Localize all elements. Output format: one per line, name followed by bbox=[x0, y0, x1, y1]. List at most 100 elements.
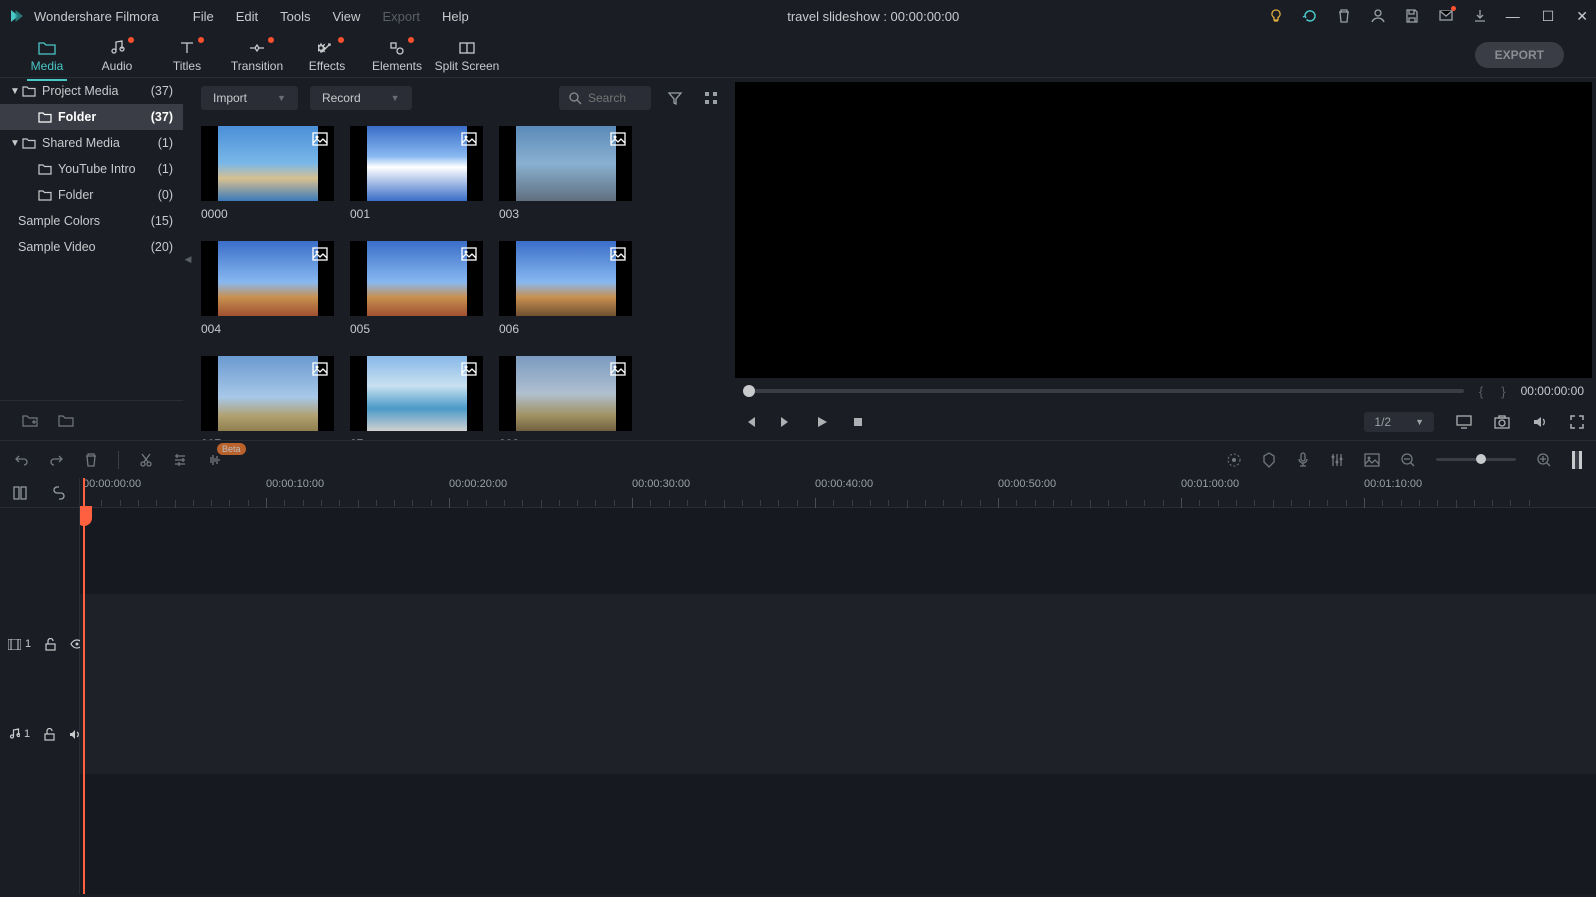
menu-export[interactable]: Export bbox=[372, 5, 430, 28]
menu-edit[interactable]: Edit bbox=[226, 5, 268, 28]
media-thumbnail[interactable]: 004 bbox=[201, 241, 346, 336]
step-forward-icon[interactable] bbox=[779, 415, 793, 429]
close-icon[interactable]: ✕ bbox=[1576, 8, 1588, 25]
timeline-link-icon[interactable] bbox=[52, 486, 66, 500]
empty-lane-bottom[interactable] bbox=[80, 774, 1596, 894]
sidebar-bottom-tools bbox=[0, 400, 183, 440]
mode-tabs: Media Audio Titles Transition Effects El… bbox=[0, 32, 1596, 78]
stop-icon[interactable] bbox=[851, 415, 865, 429]
menu-file[interactable]: File bbox=[183, 5, 224, 28]
zoom-fit-icon[interactable] bbox=[1572, 451, 1582, 469]
search-input[interactable] bbox=[588, 91, 638, 105]
zoom-in-icon[interactable] bbox=[1536, 452, 1552, 468]
search-box[interactable] bbox=[559, 86, 651, 110]
marker-icon[interactable] bbox=[1262, 452, 1276, 468]
timeline-manage-icon[interactable] bbox=[13, 486, 27, 500]
sidebar-item[interactable]: Sample Video(20) bbox=[0, 234, 183, 260]
trash-icon[interactable] bbox=[1336, 8, 1352, 24]
cut-icon[interactable] bbox=[139, 453, 153, 467]
lock-icon[interactable] bbox=[44, 728, 55, 741]
preview-panel: { } 00:00:00:00 1/2▼ bbox=[731, 78, 1596, 440]
audio-track-lane[interactable] bbox=[80, 694, 1596, 774]
preview-scale-dropdown[interactable]: 1/2▼ bbox=[1364, 412, 1434, 432]
image-type-icon bbox=[610, 247, 626, 261]
sidebar-item[interactable]: YouTube Intro(1) bbox=[0, 156, 183, 182]
video-track-lane[interactable] bbox=[80, 594, 1596, 694]
maximize-icon[interactable]: ☐ bbox=[1542, 8, 1555, 25]
media-thumbnail[interactable]: 007 bbox=[201, 356, 346, 440]
mark-in-icon[interactable]: { bbox=[1476, 384, 1486, 399]
media-thumbnail[interactable]: 006 bbox=[499, 241, 644, 336]
adjust-icon[interactable] bbox=[173, 453, 187, 467]
timeline: 1 1 00:00:00:0000:00:10:0000:00:20:0000:… bbox=[0, 478, 1596, 894]
audio-track-header[interactable]: 1 bbox=[0, 694, 79, 774]
filter-icon[interactable] bbox=[663, 86, 687, 110]
tab-effects[interactable]: Effects bbox=[292, 37, 362, 73]
play-icon[interactable] bbox=[815, 415, 829, 429]
record-dropdown[interactable]: Record▼ bbox=[310, 86, 412, 110]
menu-view[interactable]: View bbox=[322, 5, 370, 28]
image-type-icon bbox=[461, 247, 477, 261]
preview-viewport[interactable] bbox=[735, 82, 1592, 378]
lightbulb-icon[interactable] bbox=[1268, 8, 1284, 24]
redo-icon[interactable] bbox=[49, 453, 64, 466]
save-icon[interactable] bbox=[1404, 8, 1420, 24]
delete-icon[interactable] bbox=[84, 453, 98, 467]
minimize-icon[interactable]: — bbox=[1506, 8, 1520, 25]
message-icon[interactable] bbox=[1438, 8, 1454, 24]
sidebar-item[interactable]: ▼Project Media(37) bbox=[0, 78, 183, 104]
volume-icon[interactable] bbox=[1532, 415, 1548, 429]
display-icon[interactable] bbox=[1456, 415, 1472, 429]
video-track-header[interactable]: 1 bbox=[0, 594, 79, 694]
new-folder-icon[interactable] bbox=[22, 414, 38, 428]
step-back-icon[interactable] bbox=[743, 415, 757, 429]
mark-out-icon[interactable]: } bbox=[1498, 384, 1508, 399]
zoom-out-icon[interactable] bbox=[1400, 452, 1416, 468]
tab-splitscreen[interactable]: Split Screen bbox=[432, 37, 502, 73]
preview-scrub-track[interactable] bbox=[743, 389, 1464, 393]
zoom-slider[interactable] bbox=[1436, 458, 1516, 461]
snapshot-icon[interactable] bbox=[1494, 415, 1510, 429]
tab-media[interactable]: Media bbox=[12, 37, 82, 73]
sidebar-item[interactable]: Folder(0) bbox=[0, 182, 183, 208]
folder-icon[interactable] bbox=[58, 414, 74, 428]
menu-tools[interactable]: Tools bbox=[270, 5, 320, 28]
download-icon[interactable] bbox=[1472, 8, 1488, 24]
timeline-toolbar bbox=[0, 440, 1596, 478]
undo-icon[interactable] bbox=[14, 453, 29, 466]
sidebar-collapse-handle[interactable] bbox=[183, 78, 193, 440]
timeline-body[interactable]: 00:00:00:0000:00:10:0000:00:20:0000:00:3… bbox=[80, 478, 1596, 894]
render-icon[interactable] bbox=[1226, 452, 1242, 468]
timeline-ruler[interactable]: 00:00:00:0000:00:10:0000:00:20:0000:00:3… bbox=[80, 478, 1596, 508]
audio-beat-icon[interactable] bbox=[207, 453, 221, 467]
tab-elements[interactable]: Elements bbox=[362, 37, 432, 73]
media-thumbnail[interactable]: 001 bbox=[350, 126, 495, 221]
audio-mixer-icon[interactable] bbox=[1330, 452, 1344, 468]
tab-titles[interactable]: Titles bbox=[152, 37, 222, 73]
media-thumbnail[interactable]: 07 bbox=[350, 356, 495, 440]
grid-view-icon[interactable] bbox=[699, 86, 723, 110]
menu-help[interactable]: Help bbox=[432, 5, 479, 28]
empty-lane[interactable] bbox=[80, 508, 1596, 594]
import-dropdown[interactable]: Import▼ bbox=[201, 86, 298, 110]
media-thumbnail[interactable]: 005 bbox=[350, 241, 495, 336]
lock-icon[interactable] bbox=[45, 638, 56, 651]
tab-audio[interactable]: Audio bbox=[82, 37, 152, 73]
voiceover-icon[interactable] bbox=[1296, 452, 1310, 468]
playhead[interactable] bbox=[83, 478, 85, 894]
sidebar-item[interactable]: Folder(37) bbox=[0, 104, 183, 130]
media-thumbnail[interactable]: 0000 bbox=[201, 126, 346, 221]
account-icon[interactable] bbox=[1370, 8, 1386, 24]
media-thumbnail[interactable]: 003 bbox=[499, 126, 644, 221]
sidebar-item[interactable]: Sample Colors(15) bbox=[0, 208, 183, 234]
media-thumbnail[interactable]: 008 bbox=[499, 356, 644, 440]
refresh-icon[interactable] bbox=[1302, 8, 1318, 24]
sidebar-item[interactable]: ▼Shared Media(1) bbox=[0, 130, 183, 156]
media-grid: 0000001003 004005006 00707008 bbox=[193, 118, 731, 440]
fullscreen-icon[interactable] bbox=[1570, 415, 1584, 429]
image-type-icon bbox=[312, 247, 328, 261]
tab-transition[interactable]: Transition bbox=[222, 37, 292, 73]
image-icon[interactable] bbox=[1364, 453, 1380, 467]
video-track-icon bbox=[8, 639, 21, 650]
export-button[interactable]: EXPORT bbox=[1475, 42, 1564, 68]
